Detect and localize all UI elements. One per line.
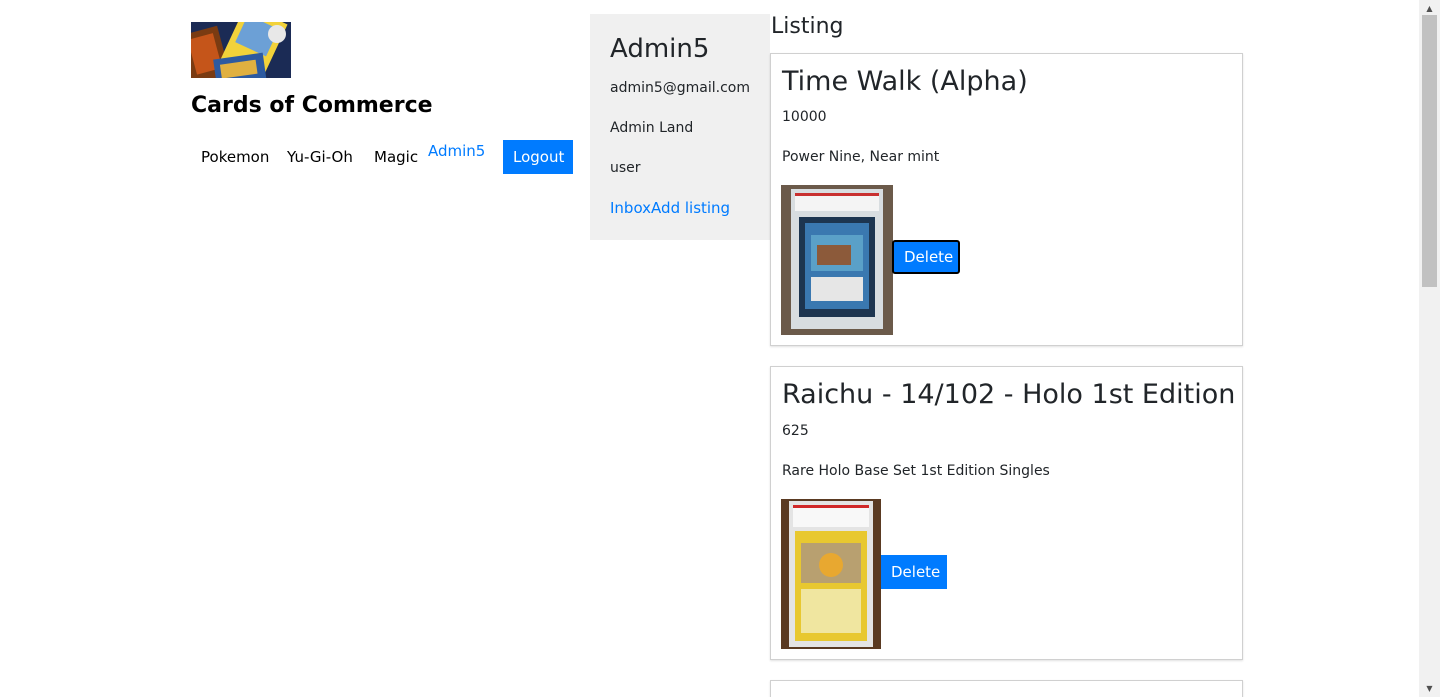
site-logo[interactable]: [191, 22, 291, 78]
profile-email: admin5@gmail.com: [610, 80, 751, 96]
listing-title: Time Walk (Alpha): [782, 66, 1028, 97]
listing-card: Time Walk (Alpha) 10000 Power Nine, Near…: [770, 53, 1243, 346]
graded-card-photo: [781, 499, 881, 649]
profile-role: user: [610, 160, 641, 176]
listing-card: Raichu - 14/102 - Holo 1st Edition 625 R…: [770, 366, 1243, 660]
profile-location: Admin Land: [610, 120, 694, 136]
listing-price: 10000: [782, 109, 827, 125]
listing-description: Power Nine, Near mint: [782, 149, 940, 165]
scroll-thumb[interactable]: [1422, 15, 1437, 287]
listing-card: [770, 680, 1243, 697]
nav-yugioh[interactable]: Yu-Gi-Oh: [287, 140, 353, 174]
profile-links: InboxAdd listing: [610, 199, 730, 217]
nav-pokemon[interactable]: Pokemon: [201, 140, 269, 174]
profile-panel: Admin5 admin5@gmail.com Admin Land user …: [590, 14, 770, 240]
page-scrollbar[interactable]: ▲ ▼: [1419, 0, 1440, 697]
logout-button[interactable]: Logout: [503, 140, 573, 174]
listing-description: Rare Holo Base Set 1st Edition Singles: [782, 463, 1050, 479]
site-title: Cards of Commerce: [191, 93, 433, 118]
profile-name: Admin5: [610, 34, 710, 64]
listing-heading: Listing: [771, 14, 844, 39]
listing-card-image: [781, 185, 893, 335]
page: Cards of Commerce Pokemon Yu-Gi-Oh Magic…: [0, 0, 1440, 697]
listing-title: Raichu - 14/102 - Holo 1st Edition: [782, 379, 1236, 410]
scroll-down-arrow-icon[interactable]: ▼: [1419, 680, 1440, 697]
graded-card-photo: [781, 185, 893, 335]
inbox-link[interactable]: Inbox: [610, 199, 651, 217]
nav-magic[interactable]: Magic: [374, 140, 418, 174]
delete-button[interactable]: Delete: [881, 555, 947, 589]
nav-user-link[interactable]: Admin5: [428, 142, 485, 160]
delete-button[interactable]: Delete: [892, 240, 960, 274]
listing-card-image: [781, 499, 881, 649]
logo-cards-image: [191, 22, 291, 78]
add-listing-link[interactable]: Add listing: [651, 199, 730, 217]
listing-price: 625: [782, 423, 809, 439]
